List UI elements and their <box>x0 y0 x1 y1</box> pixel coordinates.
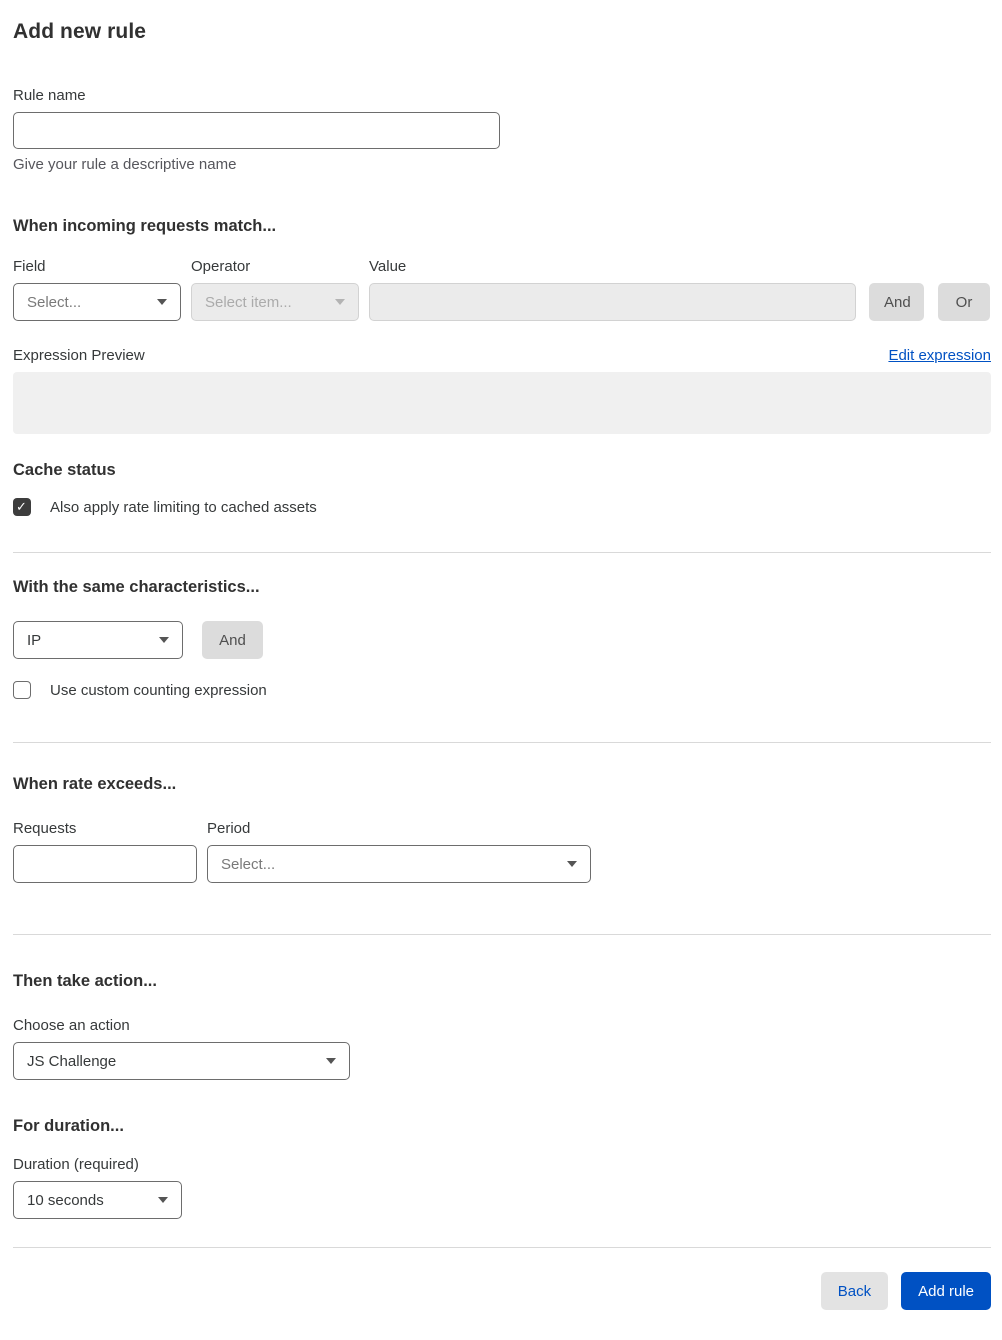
expression-preview-row: Expression Preview Edit expression <box>13 347 991 364</box>
rule-name-input[interactable] <box>13 112 500 149</box>
action-select[interactable]: JS Challenge <box>13 1042 350 1080</box>
cache-status-checkbox-row: Also apply rate limiting to cached asset… <box>13 498 991 516</box>
operator-group: Operator Select item... <box>191 258 359 321</box>
add-rule-button[interactable]: Add rule <box>901 1272 991 1310</box>
duration-select[interactable]: 10 seconds <box>13 1181 182 1219</box>
rate-row: Requests Period Select... <box>13 820 991 883</box>
section-divider <box>13 742 991 743</box>
cached-assets-checkbox[interactable] <box>13 498 31 516</box>
characteristics-row: IP And <box>13 621 991 659</box>
cache-status-heading: Cache status <box>13 461 116 479</box>
chevron-down-icon <box>158 1197 168 1203</box>
match-section-heading: When incoming requests match... <box>13 217 277 235</box>
value-input <box>369 283 856 321</box>
value-group: Value <box>369 258 856 321</box>
match-condition-row: Field Select... Operator Select item... … <box>13 258 991 321</box>
field-group: Field Select... <box>13 258 181 321</box>
characteristic-select-value: IP <box>27 631 42 649</box>
and-button[interactable]: And <box>869 283 924 321</box>
period-group: Period Select... <box>207 820 591 883</box>
rule-name-label: Rule name <box>13 87 86 104</box>
cached-assets-checkbox-label: Also apply rate limiting to cached asset… <box>50 498 317 516</box>
period-select-value: Select... <box>221 855 276 873</box>
characteristic-and-button[interactable]: And <box>202 621 263 659</box>
rule-name-helper: Give your rule a descriptive name <box>13 156 237 173</box>
requests-label: Requests <box>13 820 77 837</box>
characteristic-select[interactable]: IP <box>13 621 183 659</box>
chevron-down-icon <box>335 299 345 305</box>
operator-label: Operator <box>191 258 251 275</box>
value-label: Value <box>369 258 407 275</box>
back-button[interactable]: Back <box>820 1272 889 1310</box>
custom-counting-checkbox-label: Use custom counting expression <box>50 681 267 699</box>
expression-preview-label: Expression Preview <box>13 347 145 364</box>
expression-preview-box <box>13 372 991 434</box>
action-label: Choose an action <box>13 1017 130 1034</box>
duration-label: Duration (required) <box>13 1156 139 1173</box>
rate-section-heading: When rate exceeds... <box>13 775 177 793</box>
footer-divider <box>13 1247 991 1248</box>
field-select-value: Select... <box>27 293 82 311</box>
action-select-value: JS Challenge <box>27 1052 117 1070</box>
edit-expression-link[interactable]: Edit expression <box>888 347 991 364</box>
chevron-down-icon <box>326 1058 336 1064</box>
chevron-down-icon <box>159 637 169 643</box>
operator-select-value: Select item... <box>205 293 292 311</box>
or-button[interactable]: Or <box>938 283 990 321</box>
characteristics-section-heading: With the same characteristics... <box>13 578 260 596</box>
chevron-down-icon <box>567 861 577 867</box>
operator-select: Select item... <box>191 283 359 321</box>
footer-actions: Back Add rule <box>13 1272 991 1310</box>
custom-counting-checkbox[interactable] <box>13 681 31 699</box>
requests-group: Requests <box>13 820 197 883</box>
page-title: Add new rule <box>13 20 147 43</box>
field-select[interactable]: Select... <box>13 283 181 321</box>
add-rule-form: Add new rule Rule name Give your rule a … <box>0 0 1002 1340</box>
section-divider <box>13 934 991 935</box>
action-section-heading: Then take action... <box>13 972 157 990</box>
custom-counting-checkbox-row: Use custom counting expression <box>13 681 991 699</box>
period-select[interactable]: Select... <box>207 845 591 883</box>
field-label: Field <box>13 258 46 275</box>
duration-select-value: 10 seconds <box>27 1191 104 1209</box>
requests-input[interactable] <box>13 845 197 883</box>
period-label: Period <box>207 820 251 837</box>
chevron-down-icon <box>157 299 167 305</box>
section-divider <box>13 552 991 553</box>
duration-section-heading: For duration... <box>13 1117 124 1135</box>
